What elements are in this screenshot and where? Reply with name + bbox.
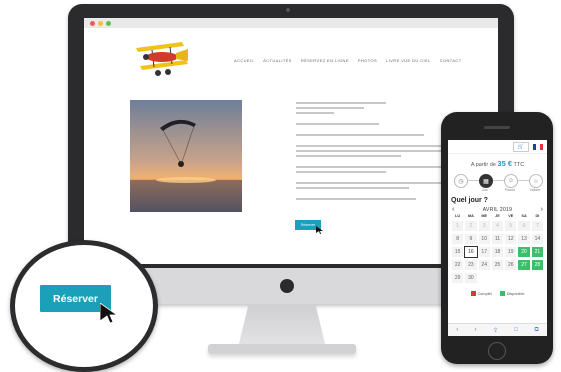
weekday-header: LU — [455, 214, 461, 218]
monitor-stand-foot — [208, 344, 356, 354]
monitor-logo-icon — [280, 279, 294, 293]
bookmarks-icon[interactable]: □ — [514, 327, 518, 333]
calendar-day[interactable]: 24 — [478, 260, 490, 270]
weekday-header: DI — [535, 214, 540, 218]
calendar-day[interactable]: 19 — [505, 247, 517, 257]
phone-speaker — [484, 126, 510, 129]
nav-reservez-en-ligne[interactable]: RÉSERVEZ EN LIGNE — [301, 58, 349, 63]
calendar-day[interactable]: 12 — [505, 234, 517, 244]
calendar-day[interactable]: 3 — [478, 221, 490, 231]
browser-toolbar: ‹ › ⇪ □ ⧉ — [448, 323, 547, 336]
phone-screen: 🛒 A partir de 35 € TTC ◷ ▦ ☺ ☆ Jour Plac… — [448, 140, 547, 336]
calendar-day[interactable]: 22 — [452, 260, 464, 270]
phone-topbar: 🛒 — [448, 140, 547, 154]
webcam — [286, 8, 290, 12]
booking-steps: ◷ ▦ ☺ ☆ Jour Places Valider — [448, 171, 547, 195]
paramotor-sunset-photo — [130, 100, 242, 212]
window-minimize-icon[interactable] — [98, 20, 103, 26]
next-month-icon[interactable]: › — [541, 206, 543, 213]
biplane-logo-icon[interactable] — [132, 38, 192, 80]
calendar-day[interactable]: 18 — [491, 247, 504, 257]
prev-month-icon[interactable]: ‹ — [452, 206, 454, 213]
calendar-empty-cell — [492, 273, 503, 283]
main-nav: ACCUEIL ACTUALITÉS RÉSERVEZ EN LIGNE PHO… — [234, 58, 462, 63]
price-suffix: TTC — [513, 162, 525, 168]
step-calendar-icon[interactable]: ▦ — [479, 174, 493, 188]
share-icon[interactable]: ⇪ — [493, 327, 498, 334]
nav-photos[interactable]: PHOTOS — [358, 58, 377, 63]
calendar-day[interactable]: 7 — [531, 221, 543, 231]
step-person-icon[interactable]: ☺ — [504, 174, 518, 188]
cart-icon[interactable]: 🛒 — [513, 141, 529, 152]
day-question: Quel jour ? — [451, 197, 488, 204]
calendar-day[interactable]: 6 — [518, 221, 530, 231]
calendar-grid: LU MA ME JE VE SA DI 1 2 3 4 5 6 7 8 9 10 11 12 13 14… — [451, 214, 544, 283]
weekday-header: SA — [521, 214, 527, 218]
price-value: 35 € — [497, 159, 513, 168]
window-close-icon[interactable] — [90, 20, 95, 26]
weekday-header: JE — [495, 214, 500, 218]
step-star-icon[interactable]: ☆ — [529, 174, 543, 188]
calendar-day[interactable]: 14 — [531, 234, 543, 244]
window-maximize-icon[interactable] — [106, 20, 111, 26]
calendar-day[interactable]: 4 — [491, 221, 504, 231]
step-label-valider: Valider — [529, 188, 541, 192]
step-clock-icon[interactable]: ◷ — [454, 174, 468, 188]
calendar-day[interactable]: 5 — [505, 221, 517, 231]
calendar-empty-cell — [532, 273, 543, 283]
calendar-day[interactable]: 2 — [465, 221, 477, 231]
calendar-legend: Complet Disponible — [448, 291, 547, 296]
price-prefix: A partir de — [470, 162, 496, 168]
month-navigator: ‹ AVRIL 2019 › — [452, 206, 543, 213]
tabs-icon[interactable]: ⧉ — [534, 327, 538, 334]
month-label: AVRIL 2019 — [482, 206, 513, 213]
calendar-day[interactable]: 30 — [465, 273, 477, 283]
calendar-day[interactable]: 27 — [518, 260, 530, 270]
calendar-day[interactable]: 20 — [518, 247, 530, 257]
step-label-places: Places — [504, 188, 516, 192]
back-icon[interactable]: ‹ — [456, 327, 458, 333]
calendar-day[interactable]: 1 — [452, 221, 464, 231]
calendar-day[interactable]: 9 — [465, 234, 477, 244]
calendar-day[interactable]: 23 — [465, 260, 477, 270]
browser-title-bar — [84, 18, 498, 28]
french-flag-icon[interactable] — [533, 143, 543, 150]
nav-livre-vue-du-ciel[interactable]: LIVRE VUE DU CIEL — [386, 58, 431, 63]
calendar-day[interactable]: 8 — [452, 234, 464, 244]
legend-disponible: Disponible — [499, 291, 524, 296]
calendar-day[interactable]: 11 — [491, 234, 504, 244]
calendar-empty-cell — [518, 273, 529, 283]
nav-contact[interactable]: CONTACT — [440, 58, 462, 63]
calendar-day[interactable]: 28 — [531, 260, 543, 270]
price-line: A partir de 35 € TTC — [448, 159, 547, 168]
site-header: ACCUEIL ACTUALITÉS RÉSERVEZ EN LIGNE PHO… — [84, 28, 498, 90]
nav-actualites[interactable]: ACTUALITÉS — [263, 58, 292, 63]
step-label-jour: Jour — [481, 188, 489, 192]
calendar-day[interactable]: 10 — [478, 234, 490, 244]
mouse-cursor-icon — [100, 303, 118, 323]
activity-details — [296, 102, 446, 203]
calendar-day[interactable]: 13 — [518, 234, 530, 244]
phone-home-button[interactable] — [488, 342, 506, 360]
calendar-empty-cell — [479, 273, 490, 283]
legend-complet: Complet — [470, 291, 492, 296]
nav-accueil[interactable]: ACCUEIL — [234, 58, 254, 63]
weekday-header: ME — [481, 214, 488, 218]
calendar-day[interactable]: 17 — [478, 247, 490, 257]
calendar-day[interactable]: 25 — [491, 260, 504, 270]
desktop-screen: ACCUEIL ACTUALITÉS RÉSERVEZ EN LIGNE PHO… — [84, 18, 498, 264]
calendar-day[interactable]: 15 — [452, 247, 464, 257]
calendar-day[interactable]: 16 — [464, 246, 478, 258]
forward-icon[interactable]: › — [475, 327, 477, 333]
mouse-cursor-icon — [316, 226, 323, 234]
calendar-day[interactable]: 29 — [452, 273, 464, 283]
calendar-day[interactable]: 21 — [531, 247, 543, 257]
calendar-empty-cell — [505, 273, 516, 283]
calendar-day[interactable]: 26 — [505, 260, 517, 270]
weekday-header: VE — [508, 214, 514, 218]
weekday-header: MA — [467, 214, 474, 218]
monitor-stand-neck — [238, 304, 326, 348]
